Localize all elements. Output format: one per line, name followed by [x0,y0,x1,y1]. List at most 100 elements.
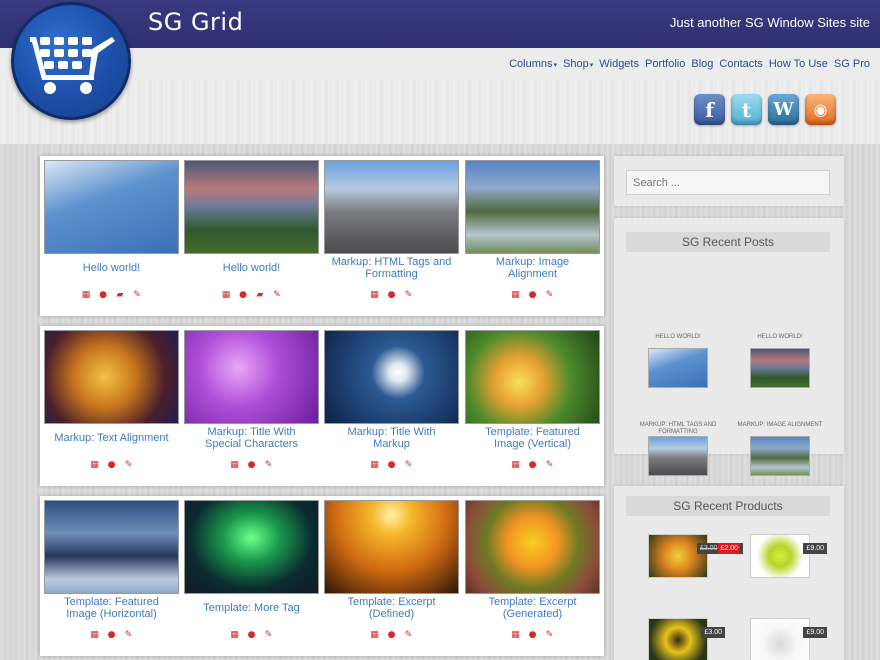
calendar-icon[interactable]: ▦ [221,290,231,300]
user-icon[interactable]: ● [98,290,108,300]
calendar-icon[interactable]: ▦ [370,290,380,300]
post-title-link[interactable]: Markup: Text Alignment [44,424,179,452]
post-title-link[interactable]: Template: Excerpt (Generated) [465,594,600,622]
user-icon[interactable]: ● [528,460,538,470]
calendar-icon[interactable]: ▦ [230,630,240,640]
post-title-link[interactable]: Hello world! [44,254,179,282]
pencil-icon[interactable]: ✎ [545,290,555,300]
post-title-link[interactable]: Markup: Title With Markup [324,424,459,452]
recent-post-title[interactable]: MARKUP: IMAGE ALIGNMENT [735,422,825,436]
post-thumbnail[interactable] [324,330,459,424]
product-price: £3.00 [704,629,722,636]
comment-icon[interactable]: ▰ [255,290,265,300]
calendar-icon[interactable]: ▦ [511,460,521,470]
post-thumbnail[interactable] [44,160,179,254]
recent-post-title[interactable]: HELLO WORLD! [735,334,825,348]
calendar-icon[interactable]: ▦ [370,630,380,640]
post-thumbnail[interactable] [184,160,319,254]
user-icon[interactable]: ● [387,460,397,470]
calendar-icon[interactable]: ▦ [90,460,100,470]
site-logo[interactable] [11,2,131,120]
twitter-icon[interactable]: t [731,94,762,125]
post-title-link[interactable]: Markup: HTML Tags and Formatting [324,254,459,282]
post-thumbnail[interactable] [44,330,179,424]
pencil-icon[interactable]: ✎ [132,290,142,300]
pencil-icon[interactable]: ✎ [124,630,134,640]
user-icon[interactable]: ● [107,460,117,470]
user-icon[interactable]: ● [247,630,257,640]
nav-item-blog[interactable]: Blog [691,58,713,70]
post-thumbnail[interactable] [465,160,600,254]
post-meta: ▦ ● ✎ [184,630,319,640]
post-card: Template: Excerpt (Defined) ▦ ● ✎ [324,500,459,640]
user-icon[interactable]: ● [528,630,538,640]
post-title-link[interactable]: Markup: Image Alignment [465,254,600,282]
recent-post-thumbnail[interactable] [750,436,810,476]
recent-post-item[interactable]: MARKUP: IMAGE ALIGNMENT [735,422,825,476]
post-thumbnail[interactable] [324,500,459,594]
search-input[interactable] [626,170,830,195]
nav-item-portfolio[interactable]: Portfolio [645,58,685,70]
post-title-link[interactable]: Template: More Tag [184,594,319,622]
recent-post-title[interactable]: MARKUP: HTML TAGS AND FORMATTING [633,422,723,436]
post-title-link[interactable]: Hello world! [184,254,319,282]
calendar-icon[interactable]: ▦ [511,290,521,300]
user-icon[interactable]: ● [107,630,117,640]
post-thumbnail[interactable] [184,500,319,594]
calendar-icon[interactable]: ▦ [511,630,521,640]
pencil-icon[interactable]: ✎ [404,630,414,640]
recent-post-thumbnail[interactable] [750,348,810,388]
facebook-icon[interactable]: f [694,94,725,125]
nav-item-shop[interactable]: Shop▾ [563,58,593,70]
post-card: Markup: HTML Tags and Formatting ▦ ● ✎ [324,160,459,300]
user-icon[interactable]: ● [387,290,397,300]
post-title-link[interactable]: Template: Excerpt (Defined) [324,594,459,622]
recent-post-item[interactable]: MARKUP: HTML TAGS AND FORMATTING [633,422,723,476]
nav-item-label: Portfolio [645,58,686,70]
post-grid: Hello world! ▦ ● ▰ ✎ Hello world! ▦ ● ▰ ✎ Markup: … [40,156,604,660]
recent-post-title[interactable]: HELLO WORLD! [633,334,723,348]
pencil-icon[interactable]: ✎ [404,290,414,300]
comment-icon[interactable]: ▰ [115,290,125,300]
pencil-icon[interactable]: ✎ [545,460,555,470]
product-thumbnail[interactable]: £9.00 [750,618,827,660]
post-thumbnail[interactable] [465,500,600,594]
pencil-icon[interactable]: ✎ [264,630,274,640]
pencil-icon[interactable]: ✎ [272,290,282,300]
product-thumbnail[interactable]: £3.00 £2.00 [648,534,743,578]
user-icon[interactable]: ● [387,630,397,640]
post-thumbnail[interactable] [184,330,319,424]
nav-item-contacts[interactable]: Contacts [719,58,762,70]
post-title-link[interactable]: Markup: Title With Special Characters [184,424,319,452]
product-thumbnail[interactable]: £3.00 [648,618,725,660]
nav-item-how-to-use[interactable]: How To Use [769,58,828,70]
user-icon[interactable]: ● [528,290,538,300]
nav-item-columns[interactable]: Columns▾ [509,58,557,70]
pencil-icon[interactable]: ✎ [264,460,274,470]
post-title-link[interactable]: Template: Featured Image (Vertical) [465,424,600,452]
post-thumbnail[interactable] [324,160,459,254]
calendar-icon[interactable]: ▦ [81,290,91,300]
pencil-icon[interactable]: ✎ [124,460,134,470]
post-thumbnail[interactable] [465,330,600,424]
calendar-icon[interactable]: ▦ [90,630,100,640]
product-thumbnail[interactable]: £9.00 [750,534,827,578]
post-title-link[interactable]: Template: Featured Image (Horizontal) [44,594,179,622]
site-title[interactable]: SG Grid [148,8,243,36]
calendar-icon[interactable]: ▦ [230,460,240,470]
recent-post-item[interactable]: HELLO WORLD! [735,334,825,388]
pencil-icon[interactable]: ✎ [404,460,414,470]
user-icon[interactable]: ● [247,460,257,470]
pencil-icon[interactable]: ✎ [545,630,555,640]
recent-post-item[interactable]: HELLO WORLD! [633,334,723,388]
main-menu: Columns▾ Shop▾ Widgets Portfolio Blog Contact… [503,58,870,70]
user-icon[interactable]: ● [238,290,248,300]
recent-post-thumbnail[interactable] [648,436,708,476]
recent-post-thumbnail[interactable] [648,348,708,388]
calendar-icon[interactable]: ▦ [370,460,380,470]
rss-icon[interactable]: ◉ [805,94,836,125]
nav-item-widgets[interactable]: Widgets [599,58,639,70]
nav-item-sg-pro[interactable]: SG Pro [834,58,870,70]
wordpress-icon[interactable]: W [768,94,799,125]
post-thumbnail[interactable] [44,500,179,594]
